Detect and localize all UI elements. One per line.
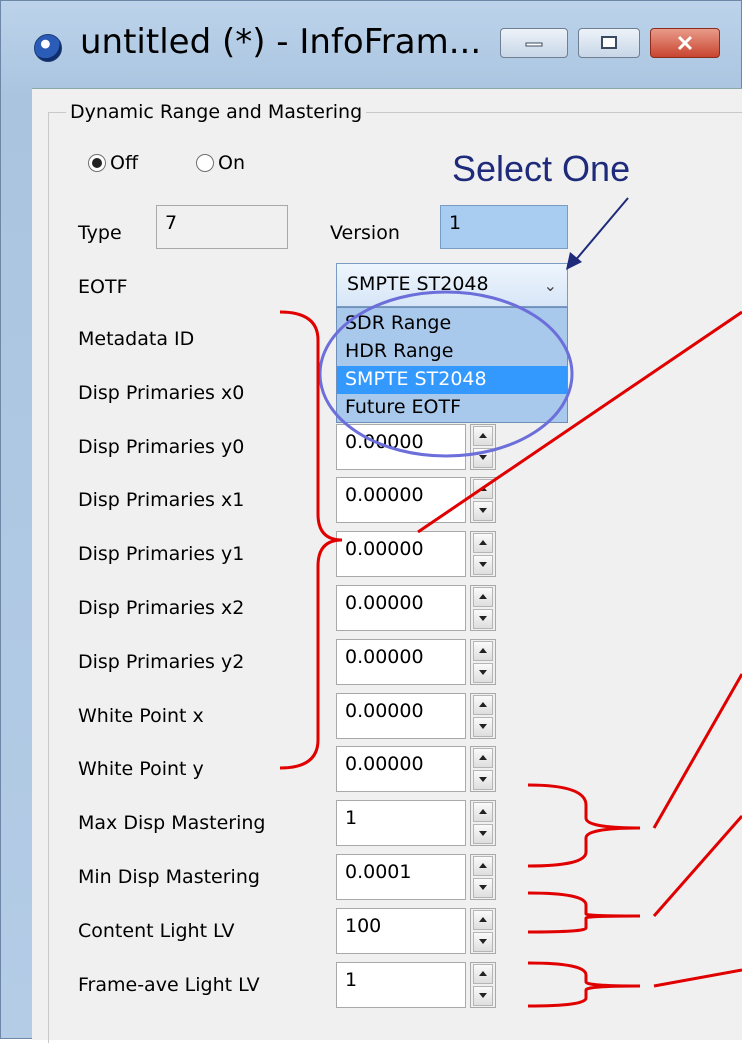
bracket-primaries: [279, 310, 343, 770]
bracket-frame-ave: [527, 961, 641, 1008]
annotation-overlay: [279, 197, 742, 1008]
bracket-pointer-4: [653, 968, 742, 988]
bracket-pointer-3: [652, 815, 742, 917]
bracket-content-light: [527, 891, 641, 934]
annotation-arrow-line: [573, 197, 629, 263]
app-window: untitled (*) - InfoFram... Dynamic Range…: [0, 0, 742, 1043]
bracket-mastering: [527, 783, 641, 868]
annotation-ellipse: [318, 290, 574, 458]
bracket-pointer-1: [417, 310, 742, 534]
red-brackets: [279, 310, 742, 1008]
bracket-pointer-2: [652, 673, 742, 829]
